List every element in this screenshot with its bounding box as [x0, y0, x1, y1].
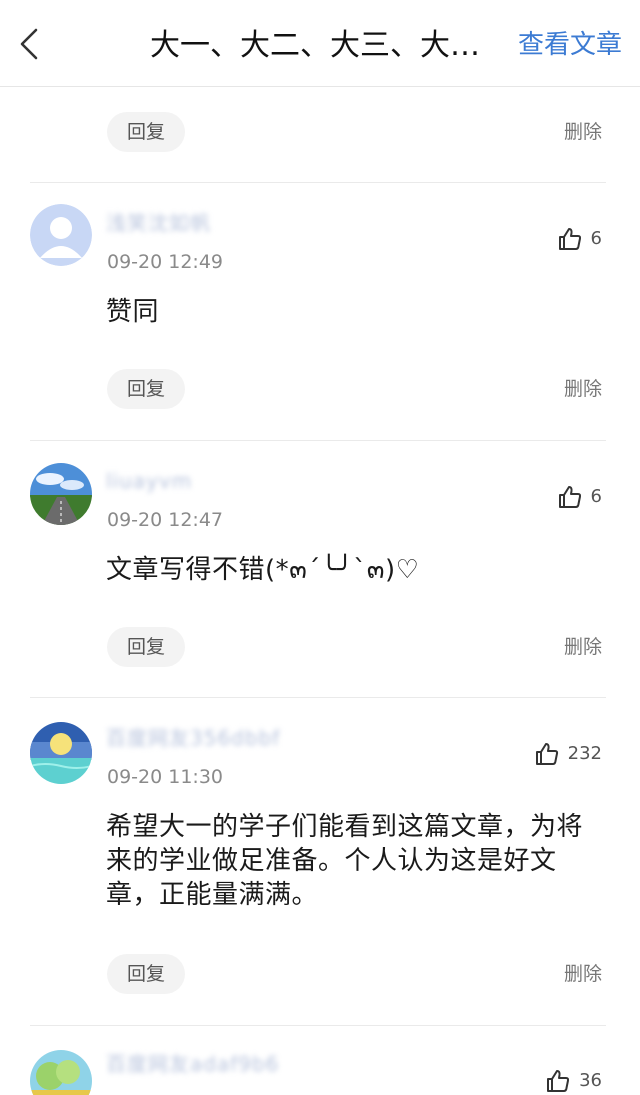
thumbs-up-icon — [547, 1070, 570, 1092]
chevron-left-icon — [20, 28, 38, 60]
reply-button[interactable]: 回复 — [107, 954, 185, 994]
comment-item: 百度网友adaf9b6 36 — [0, 1026, 640, 1095]
page-title: 大一、大二、大三、大四同学们必读 — [150, 28, 494, 63]
road-landscape-avatar — [30, 463, 92, 525]
delete-button[interactable]: 删除 — [564, 954, 602, 994]
reply-button[interactable]: 回复 — [107, 627, 185, 667]
like-count: 36 — [579, 1070, 602, 1091]
delete-button[interactable]: 删除 — [564, 112, 602, 152]
thumbs-up-icon — [558, 486, 581, 508]
like-button[interactable]: 232 — [534, 739, 602, 769]
comment-text: 希望大一的学子们能看到这篇文章，为将来的学业做足准备。个人认为这是好文章，正能量… — [106, 812, 584, 910]
username[interactable]: 百度网友356dbbf — [106, 724, 280, 752]
comment-item: 百度网友356dbbf 09-20 11:30 232 希望大一的学子们能看到这… — [0, 698, 640, 1026]
previous-comment-actions: 回复 删除 — [0, 86, 640, 184]
default-avatar-icon — [30, 204, 92, 266]
comment-time: 09-20 12:47 — [107, 509, 224, 531]
reply-button[interactable]: 回复 — [107, 112, 185, 152]
avatar[interactable] — [30, 722, 92, 784]
thumbs-up-icon — [535, 743, 558, 765]
comment-time: 09-20 12:49 — [107, 251, 224, 273]
comment-item: 浅笑沈如帆 09-20 12:49 6 赞同 回复 删除 — [0, 183, 640, 440]
comment-time: 09-20 11:30 — [107, 766, 224, 788]
like-button[interactable]: 6 — [557, 224, 602, 254]
sun-sea-avatar — [30, 722, 92, 784]
like-count: 232 — [567, 743, 602, 764]
username[interactable]: 百度网友adaf9b6 — [106, 1050, 279, 1078]
comment-text: 文章写得不错(*๓´╰╯`๓)♡ — [106, 555, 420, 585]
top-bar: 大一、大二、大三、大四同学们必读 查看文章 — [0, 0, 640, 87]
like-count: 6 — [590, 228, 602, 249]
comment-text: 赞同 — [106, 297, 160, 327]
avatar[interactable] — [30, 463, 92, 525]
like-button[interactable]: 36 — [545, 1066, 602, 1095]
like-button[interactable]: 6 — [557, 482, 602, 512]
delete-button[interactable]: 删除 — [564, 369, 602, 409]
username[interactable]: 浅笑沈如帆 — [106, 209, 211, 237]
avatar[interactable] — [30, 1050, 92, 1095]
reply-button[interactable]: 回复 — [107, 369, 185, 409]
back-button[interactable] — [14, 24, 46, 64]
delete-button[interactable]: 删除 — [564, 627, 602, 667]
like-count: 6 — [590, 486, 602, 507]
username[interactable]: liuayvm — [106, 467, 192, 495]
avatar[interactable] — [30, 204, 92, 266]
comment-item: liuayvm 09-20 12:47 6 文章写得不错(*๓´╰╯`๓)♡ 回… — [0, 441, 640, 698]
thumbs-up-icon — [558, 228, 581, 250]
view-article-link[interactable]: 查看文章 — [518, 27, 622, 63]
tree-avatar — [30, 1050, 92, 1095]
